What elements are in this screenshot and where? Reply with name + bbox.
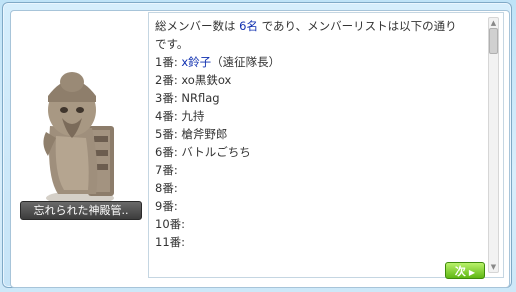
member-row: 7番:: [155, 161, 485, 179]
member-name: xo黒鉄ox: [181, 73, 232, 87]
dialog-text-box: 総メンバー数は 6名 であり、メンバーリストは以下の通り です。 1番: x鈴子…: [148, 12, 504, 278]
member-name: 槍斧野郎: [181, 127, 228, 141]
dialog-scrollbar[interactable]: ▲ ▼: [488, 17, 499, 273]
member-row: 5番: 槍斧野郎: [155, 125, 485, 143]
member-name: NRflag: [181, 91, 220, 105]
member-number: 3番:: [155, 91, 178, 105]
member-number: 6番:: [155, 145, 178, 159]
member-name: バトルごちち: [181, 145, 251, 159]
scroll-down-icon[interactable]: ▼: [489, 262, 498, 272]
member-row: 1番: x鈴子（遠征隊長）: [155, 53, 485, 71]
member-row: 8番:: [155, 179, 485, 197]
scroll-thumb[interactable]: [489, 28, 498, 54]
member-name: x鈴子: [181, 55, 212, 69]
member-number: 1番:: [155, 55, 178, 69]
scroll-up-icon[interactable]: ▲: [489, 18, 498, 28]
npc-portrait-area: 忘れられた神殿管..: [10, 10, 148, 284]
member-row: 6番: バトルごちち: [155, 143, 485, 161]
member-number: 8番:: [155, 181, 178, 195]
member-list: 1番: x鈴子（遠征隊長） 2番: xo黒鉄ox 3番: NRflag 4番: 九持 5…: [155, 53, 485, 251]
dialog-text: 総メンバー数は 6名 であり、メンバーリストは以下の通り です。 1番: x鈴子…: [155, 17, 485, 251]
npc-name-plate: 忘れられた神殿管..: [20, 201, 142, 220]
intro-text-part2: であり、メンバーリストは以下の通り: [257, 19, 457, 33]
member-number: 10番:: [155, 217, 186, 231]
intro-line-1: 総メンバー数は 6名 であり、メンバーリストは以下の通り: [155, 17, 485, 35]
member-row: 9番:: [155, 197, 485, 215]
member-note: （遠征隊長）: [211, 55, 281, 69]
member-row: 11番:: [155, 233, 485, 251]
member-row: 4番: 九持: [155, 107, 485, 125]
member-number: 5番:: [155, 127, 178, 141]
member-row: 3番: NRflag: [155, 89, 485, 107]
member-row: 10番:: [155, 215, 485, 233]
member-number: 4番:: [155, 109, 178, 123]
npc-statue-image: [43, 72, 114, 205]
next-button[interactable]: 次 ▶: [445, 262, 485, 279]
member-number: 9番:: [155, 199, 178, 213]
member-number: 7番:: [155, 163, 178, 177]
intro-line-2: です。: [155, 37, 189, 51]
member-name: 九持: [181, 109, 205, 123]
triangle-right-icon: ▶: [468, 268, 476, 277]
next-button-label: 次: [454, 265, 466, 278]
member-number: 11番:: [155, 235, 186, 249]
member-row: 2番: xo黒鉄ox: [155, 71, 485, 89]
member-number: 2番:: [155, 73, 178, 87]
intro-text-part1: 総メンバー数は: [155, 19, 240, 33]
member-count: 6名: [239, 19, 258, 33]
